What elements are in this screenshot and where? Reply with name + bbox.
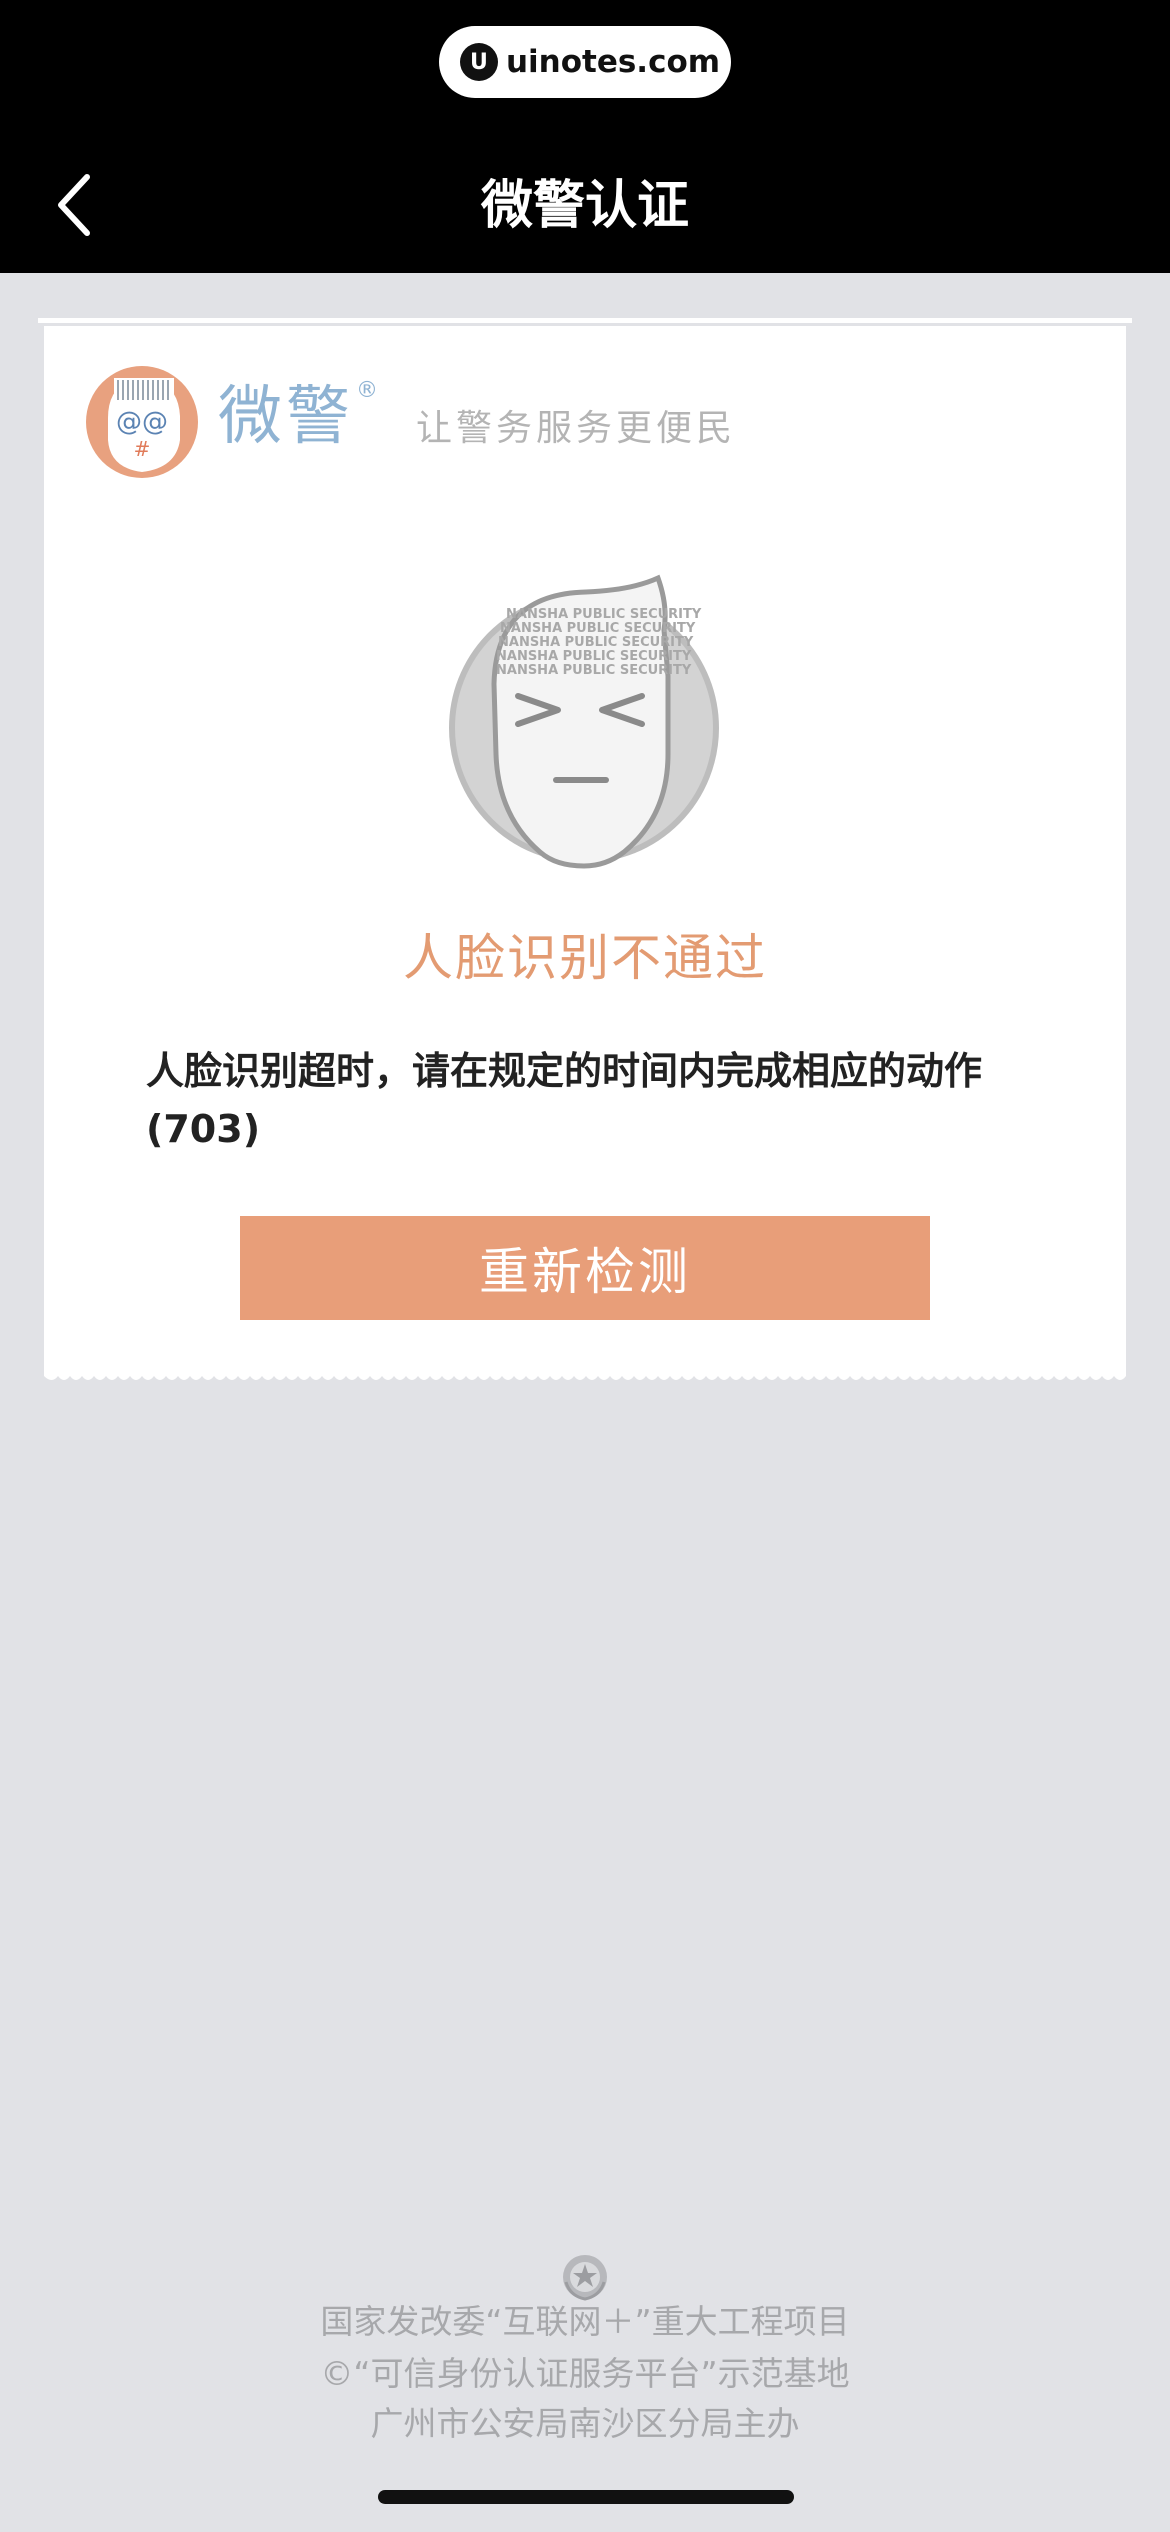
svg-text:NANSHA PUBLIC SECURITY: NANSHA PUBLIC SECURITY <box>496 649 692 664</box>
result-message-code: (703) <box>146 1107 261 1151</box>
watermark-text: uinotes.com <box>505 44 721 80</box>
card-top-edge <box>38 318 1132 323</box>
svg-text:NANSHA PUBLIC SECURITY: NANSHA PUBLIC SECURITY <box>498 635 694 650</box>
page-title: 微警认证 <box>480 176 689 236</box>
svg-text:NANSHA PUBLIC SECURITY: NANSHA PUBLIC SECURITY <box>500 621 696 636</box>
svg-text:NANSHA PUBLIC SECURITY: NANSHA PUBLIC SECURITY <box>496 663 692 678</box>
result-message-line1: 人脸识别超时，请在规定的时间内完成相应的动作 <box>146 1049 983 1093</box>
svg-text:#: # <box>134 437 151 461</box>
result-message: 人脸识别超时，请在规定的时间内完成相应的动作 (703) <box>146 1042 1046 1158</box>
retry-button[interactable]: 重新检测 <box>240 1216 930 1320</box>
face-failed-illustration: NANSHA PUBLIC SECURITY NANSHA PUBLIC SEC… <box>449 574 719 869</box>
police-emblem-icon <box>563 2255 607 2301</box>
home-indicator[interactable] <box>378 2490 794 2504</box>
brand-slogan: 让警务服务更便民 <box>416 408 737 449</box>
brand-name: 微警 <box>218 380 354 454</box>
footer-line-base: ©“可信身份认证服务平台”示范基地 <box>320 2354 850 2393</box>
footer-line-project: 国家发改委“互联网＋”重大工程项目 <box>320 2302 850 2341</box>
registered-mark: ® <box>356 378 378 403</box>
svg-text:@@: @@ <box>116 407 168 437</box>
card-zigzag-edge <box>44 1370 1126 1380</box>
footer-line-sponsor: 广州市公安局南沙区分局主办 <box>370 2404 800 2443</box>
watermark-badge: U uinotes.com <box>439 26 731 98</box>
result-title: 人脸识别不通过 <box>403 929 767 987</box>
navigation-bar: U uinotes.com 微警认证 <box>0 0 1170 273</box>
weijing-mascot-logo: @@ # <box>86 366 198 478</box>
watermark-logo-icon: U <box>459 43 498 81</box>
svg-text:NANSHA PUBLIC SECURITY: NANSHA PUBLIC SECURITY <box>506 607 702 622</box>
